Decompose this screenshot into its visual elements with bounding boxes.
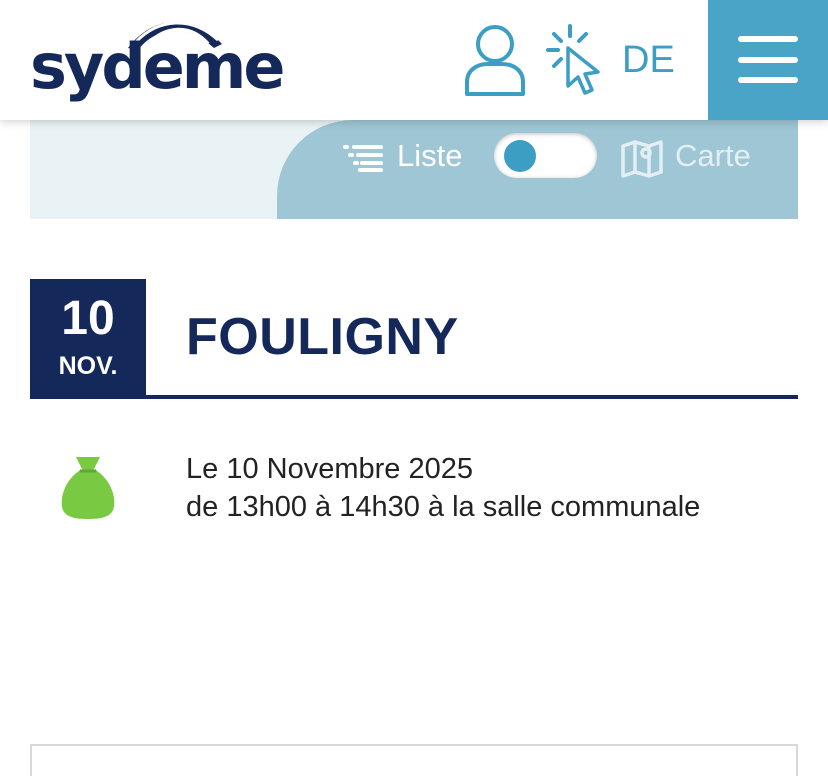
map-view-label[interactable]: Carte: [675, 136, 751, 176]
green-bag-icon: [61, 457, 115, 519]
logo-text: sydeme: [30, 30, 285, 103]
event-time-location: de 13h00 à 14h30 à la salle communale: [186, 491, 701, 523]
click-cursor-icon: [546, 24, 600, 95]
next-event-card[interactable]: [30, 744, 798, 776]
interactive-click-button[interactable]: [546, 22, 604, 98]
site-header: sydeme DE: [0, 0, 828, 120]
list-view-label[interactable]: Liste: [397, 136, 462, 176]
list-icon[interactable]: [342, 143, 384, 173]
event-title: FOULIGNY: [186, 308, 459, 366]
event-date-badge: 10 NOV.: [30, 279, 146, 397]
language-switch-button[interactable]: DE: [622, 38, 682, 82]
view-toggle-switch[interactable]: [494, 133, 597, 178]
sydeme-logo[interactable]: sydeme: [30, 14, 285, 108]
menu-button[interactable]: [708, 0, 828, 120]
user-account-button[interactable]: [462, 22, 528, 98]
event-month: NOV.: [58, 352, 118, 380]
event-date-text: Le 10 Novembre 2025: [186, 453, 473, 485]
event-day: 10: [61, 292, 115, 345]
hamburger-menu-icon: [738, 36, 798, 42]
toggle-knob: [504, 140, 536, 172]
hamburger-menu-icon: [738, 77, 798, 83]
map-icon[interactable]: [620, 138, 664, 178]
user-icon: [465, 25, 525, 96]
title-divider: [30, 395, 798, 399]
hamburger-menu-icon: [738, 57, 798, 63]
